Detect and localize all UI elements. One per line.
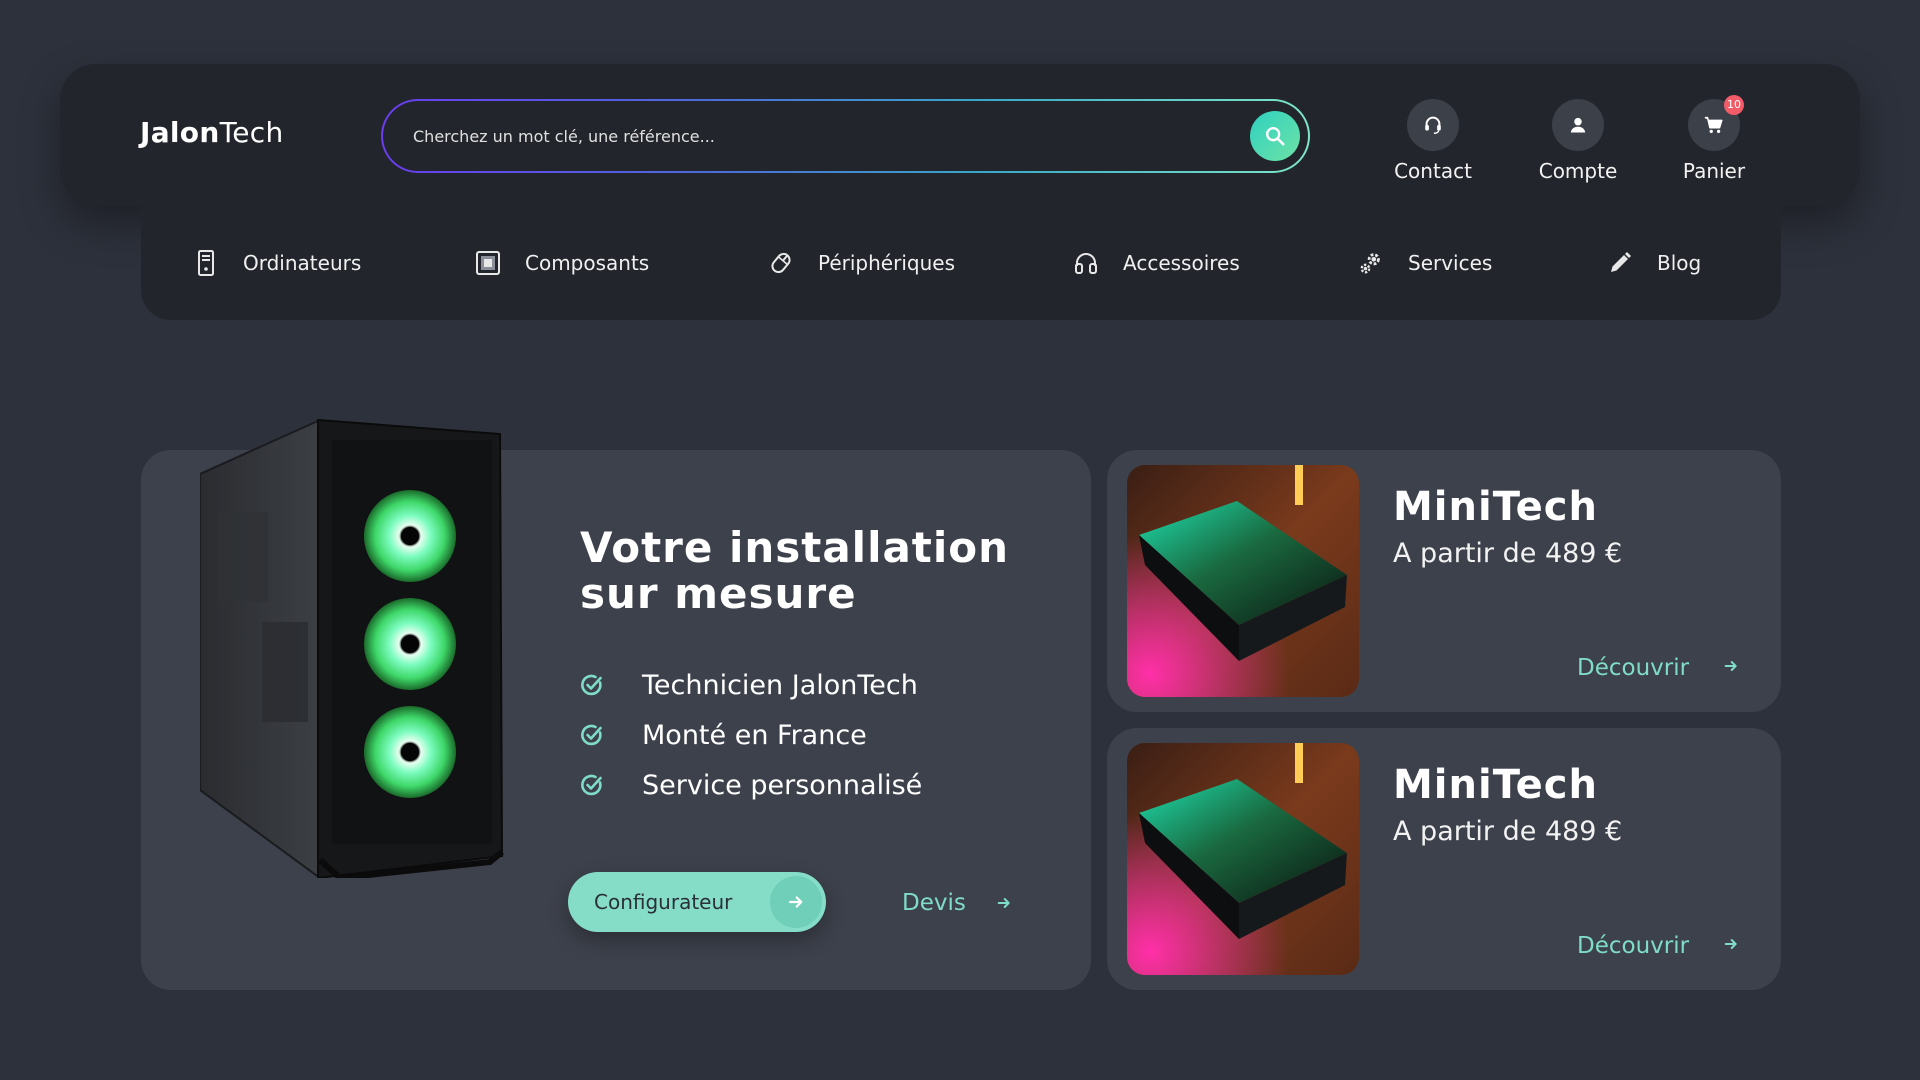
contact-icon-circle xyxy=(1407,99,1459,151)
quote-link[interactable]: Devis xyxy=(902,890,1012,916)
nav-item-label: Composants xyxy=(525,251,650,275)
cart-button[interactable]: 10 Panier xyxy=(1659,95,1769,183)
cart-label: Panier xyxy=(1682,159,1746,183)
nav-item-label: Blog xyxy=(1657,251,1702,275)
product-price: A partir de 489 € xyxy=(1393,816,1623,847)
pc-tower-image xyxy=(200,418,504,878)
mini-pc-image xyxy=(1127,465,1359,697)
search-input[interactable] xyxy=(413,101,1213,171)
search-bar-inner xyxy=(383,101,1308,171)
nav-item-ordinateurs[interactable]: Ordinateurs xyxy=(193,206,361,320)
logo-part-light: Tech xyxy=(219,116,284,149)
nav-item-label: Périphériques xyxy=(818,251,955,275)
mini-pc-image xyxy=(1127,743,1359,975)
list-item: Service personnalisé xyxy=(580,760,922,810)
product-card: MiniTech A partir de 489 € Découvrir xyxy=(1107,450,1781,712)
nav-item-blog[interactable]: Blog xyxy=(1607,206,1701,320)
logo-part-bold: Jalon xyxy=(140,116,220,149)
headphones-icon xyxy=(1073,250,1099,276)
list-item: Technicien JalonTech xyxy=(580,660,922,710)
computer-tower-icon xyxy=(193,250,219,276)
product-card: MiniTech A partir de 489 € Découvrir xyxy=(1107,728,1781,990)
search-icon xyxy=(1266,127,1285,146)
hero-bullet-list: Technicien JalonTech Monté en France Ser… xyxy=(580,660,922,810)
contact-button[interactable]: Contact xyxy=(1378,99,1488,183)
site-header: JalonTech Cherchez un mot clé, une référ… xyxy=(60,64,1860,206)
quote-link-label: Devis xyxy=(902,890,966,916)
account-button[interactable]: Compte xyxy=(1523,99,1633,183)
cart-icon-circle: 10 xyxy=(1688,95,1744,151)
check-circle-icon xyxy=(581,724,602,746)
nav-item-label: Services xyxy=(1408,251,1493,275)
product-price: A partir de 489 € xyxy=(1393,538,1623,569)
discover-link-label: Découvrir xyxy=(1577,933,1690,959)
nav-item-label: Accessoires xyxy=(1123,251,1240,275)
bullet-text: Monté en France xyxy=(642,719,867,751)
cart-icon xyxy=(1704,116,1723,134)
arrow-right-icon xyxy=(770,876,822,928)
discover-link[interactable]: Découvrir xyxy=(1577,933,1739,959)
check-circle-icon xyxy=(581,674,602,696)
search-button[interactable] xyxy=(1250,111,1300,161)
account-icon-circle xyxy=(1552,99,1604,151)
cart-count-badge: 10 xyxy=(1724,95,1744,115)
list-item: Monté en France xyxy=(580,710,922,760)
nav-item-accessoires[interactable]: Accessoires xyxy=(1073,206,1240,320)
product-name: MiniTech xyxy=(1393,762,1598,808)
category-nav: Ordinateurs Composants Périphériques Acc… xyxy=(141,206,1781,320)
arrow-right-icon xyxy=(997,898,1010,908)
chip-icon xyxy=(475,250,501,276)
logo[interactable]: JalonTech xyxy=(140,116,284,149)
arrow-right-icon xyxy=(1724,661,1737,671)
headset-icon xyxy=(1425,116,1441,134)
user-icon xyxy=(1570,117,1586,133)
pencil-icon xyxy=(1607,250,1633,276)
nav-item-services[interactable]: Services xyxy=(1358,206,1492,320)
search-bar xyxy=(381,99,1310,173)
product-name: MiniTech xyxy=(1393,484,1598,530)
check-circle-icon xyxy=(581,774,602,796)
page: JalonTech Cherchez un mot clé, une référ… xyxy=(0,0,1920,1080)
nav-item-label: Ordinateurs xyxy=(243,251,362,275)
nav-item-composants[interactable]: Composants xyxy=(475,206,649,320)
hero-title-line-2: sur mesure xyxy=(580,569,857,618)
configurator-button-label: Configurateur xyxy=(594,890,733,914)
mouse-icon xyxy=(768,250,794,276)
discover-link-label: Découvrir xyxy=(1577,655,1690,681)
hero-title-line-1: Votre installation xyxy=(580,523,1010,572)
gears-icon xyxy=(1358,250,1384,276)
bullet-text: Technicien JalonTech xyxy=(642,669,918,701)
nav-item-peripheriques[interactable]: Périphériques xyxy=(768,206,955,320)
contact-label: Contact xyxy=(1394,159,1472,183)
discover-link[interactable]: Découvrir xyxy=(1577,655,1739,681)
account-label: Compte xyxy=(1538,159,1618,183)
hero-title: Votre installation sur mesure xyxy=(580,525,1040,617)
bullet-text: Service personnalisé xyxy=(642,769,923,801)
arrow-right-icon xyxy=(1724,939,1737,949)
configurator-button[interactable]: Configurateur xyxy=(568,872,826,932)
